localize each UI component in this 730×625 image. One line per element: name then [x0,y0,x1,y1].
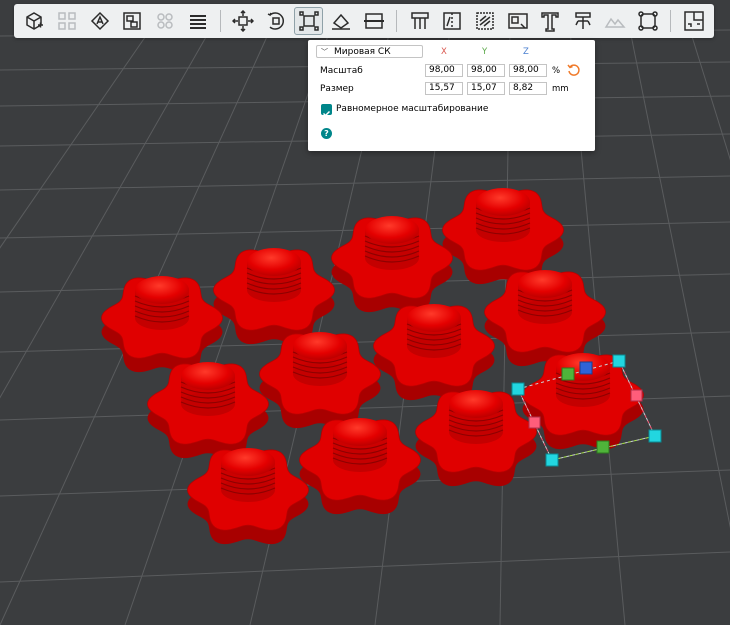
simplify-icon [638,11,658,31]
tool-add-object[interactable] [20,7,49,35]
fuzzy-skin-icon [476,12,494,30]
assembly-icon [683,11,704,31]
toolbar-separator [219,10,221,32]
scale-icon [298,11,319,31]
axis-z-header: Z [523,47,529,57]
scale-handle-corner[interactable] [545,453,559,467]
help-icon[interactable]: ? [321,128,332,139]
cut-icon [363,13,384,29]
measure-icon [507,13,528,29]
split-parts-icon [157,13,173,29]
tool-layer-editing[interactable] [183,7,212,35]
axis-x-header: X [441,47,447,57]
arrange-grid-icon [58,12,76,30]
mesh-boolean-icon [605,17,627,28]
toolbar-separator [396,10,398,32]
tool-support-paint[interactable] [405,7,434,35]
tool-mesh-boolean[interactable] [601,7,630,35]
tool-rotate[interactable] [262,7,291,35]
support-paint-icon [410,12,429,29]
text-icon [541,12,559,32]
size-unit: mm [552,84,569,94]
tool-lay-on-face[interactable] [327,7,356,35]
add-object-icon [26,12,44,30]
scale-handle-z[interactable] [579,361,593,375]
lay-on-face-icon [332,13,351,30]
scale-handle-y[interactable] [596,440,610,454]
checkmark-icon [322,110,331,117]
tool-measure[interactable] [503,7,532,35]
scale-handle-corner[interactable] [511,382,525,396]
scale-handle-y[interactable] [561,367,575,381]
scale-label: Масштаб [320,66,363,76]
scale-handle-corner[interactable] [612,354,626,368]
scale-handle-x[interactable] [630,389,643,402]
tool-fuzzy-skin[interactable] [471,7,500,35]
brim-ears-icon [575,12,591,29]
tool-simplify[interactable] [634,7,663,35]
scale-handle-x[interactable] [528,416,541,429]
size-z-input[interactable]: 8,82 [509,82,547,95]
size-x-input[interactable]: 15,57 [425,82,463,95]
scale-handle-corner[interactable] [648,429,662,443]
tool-split-parts[interactable] [151,7,180,35]
tool-move[interactable] [229,7,258,35]
rotate-icon [267,12,284,30]
reset-scale-icon[interactable] [567,63,581,77]
scale-x-input[interactable]: 98,00 [425,64,463,77]
size-label: Размер [320,84,354,94]
coordinate-system-value: Мировая СК [334,46,391,57]
split-objects-icon [123,12,142,30]
move-icon [232,10,255,32]
scale-z-input[interactable]: 98,00 [509,64,547,77]
tool-assembly[interactable] [679,7,708,35]
tool-scale[interactable] [294,7,323,35]
chevron-down-icon: ﹀ [321,47,328,56]
tool-cut[interactable] [360,7,389,35]
seam-paint-icon [443,12,461,30]
layer-editing-icon [189,15,206,29]
scale-unit: % [552,66,561,76]
auto-orient-icon [90,11,109,31]
coordinate-system-select[interactable]: ﹀ Мировая СК [316,45,423,58]
tool-arrange[interactable] [53,7,82,35]
tool-split-objects[interactable] [118,7,147,35]
uniform-scaling-checkbox[interactable] [321,104,332,117]
tool-auto-orient[interactable] [85,7,114,35]
uniform-scaling-label: Равномерное масштабирование [336,104,489,114]
tool-seam-paint[interactable] [438,7,467,35]
size-y-input[interactable]: 15,07 [467,82,505,95]
toolbar-separator [670,10,672,32]
tool-brim-ears[interactable] [568,7,597,35]
axis-y-header: Y [482,47,488,57]
scale-y-input[interactable]: 98,00 [467,64,505,77]
main-toolbar [14,4,714,38]
tool-text[interactable] [536,7,565,35]
